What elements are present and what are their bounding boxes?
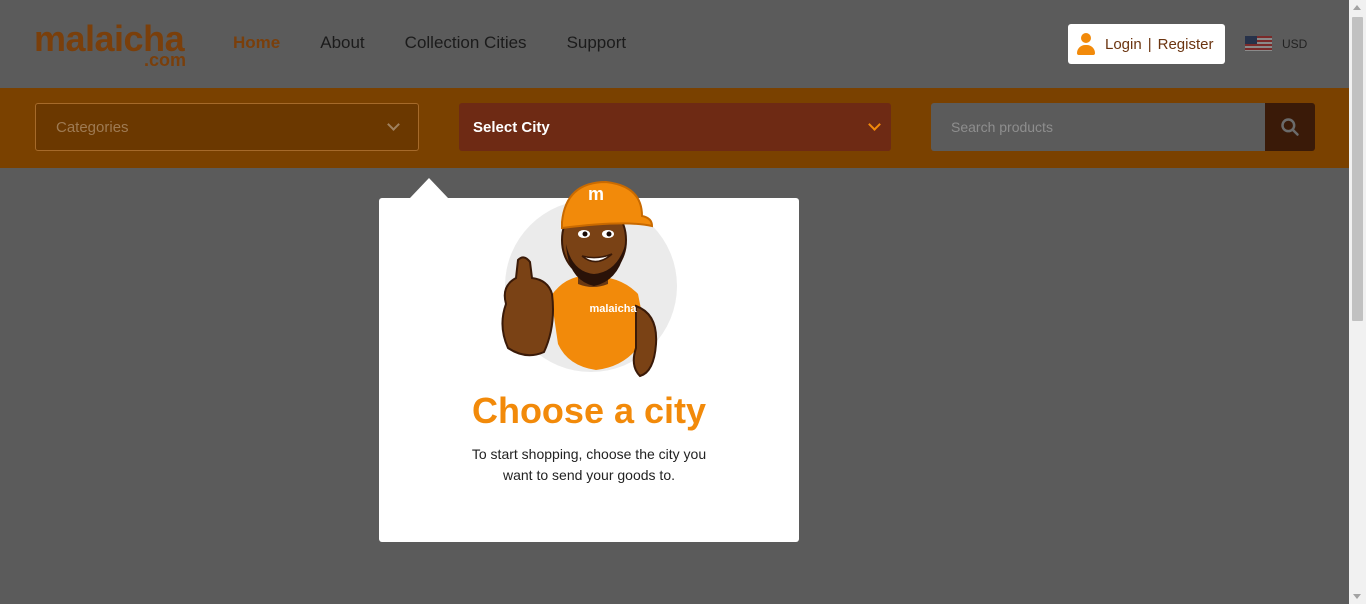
logo-sub: .com: [144, 50, 187, 70]
mascot-illustration: m malaicha: [501, 180, 677, 378]
currency-selector[interactable]: USD: [1245, 36, 1307, 51]
scrollbar-thumb[interactable]: [1352, 17, 1363, 321]
popup-pointer: [410, 178, 448, 198]
nav-item-home[interactable]: Home: [233, 33, 280, 53]
account-box: Login | Register: [1068, 24, 1225, 64]
main-nav: Home About Collection Cities Support: [233, 33, 626, 53]
search-group: [931, 103, 1315, 151]
city-select[interactable]: Select City: [459, 103, 891, 151]
categories-label: Categories: [56, 118, 129, 136]
city-select-label: Select City: [473, 118, 550, 136]
logo[interactable]: malaicha .com: [34, 20, 194, 71]
scroll-up-icon[interactable]: [1353, 5, 1361, 10]
currency-code: USD: [1282, 36, 1308, 51]
chevron-down-icon: [387, 118, 400, 131]
vertical-scrollbar[interactable]: [1349, 0, 1366, 604]
us-flag-icon: [1245, 36, 1272, 51]
account-separator: |: [1147, 35, 1152, 53]
search-button[interactable]: [1265, 103, 1315, 151]
filter-bar: Categories Select City: [0, 88, 1349, 168]
nav-item-support[interactable]: Support: [567, 33, 627, 53]
chevron-down-icon: [868, 118, 881, 131]
nav-item-about[interactable]: About: [320, 33, 364, 53]
header: malaicha .com Home About Collection Citi…: [0, 0, 1349, 88]
scroll-down-icon[interactable]: [1353, 594, 1361, 599]
user-icon: [1076, 33, 1096, 55]
account-links: Login | Register: [1105, 36, 1213, 53]
mascot-shirt-text: malaicha: [589, 303, 637, 315]
search-input[interactable]: [931, 103, 1265, 151]
page: malaicha .com Home About Collection Citi…: [0, 0, 1349, 604]
categories-select[interactable]: Categories: [35, 103, 419, 151]
search-icon: [1281, 118, 1299, 136]
nav-item-collection-cities[interactable]: Collection Cities: [405, 33, 527, 53]
login-link[interactable]: Login: [1105, 36, 1142, 53]
popup-description: To start shopping, choose the city you w…: [471, 446, 707, 483]
popup-title: Choose a city: [471, 390, 707, 431]
register-link[interactable]: Register: [1158, 36, 1214, 53]
mascot-cap-letter: m: [588, 184, 604, 204]
